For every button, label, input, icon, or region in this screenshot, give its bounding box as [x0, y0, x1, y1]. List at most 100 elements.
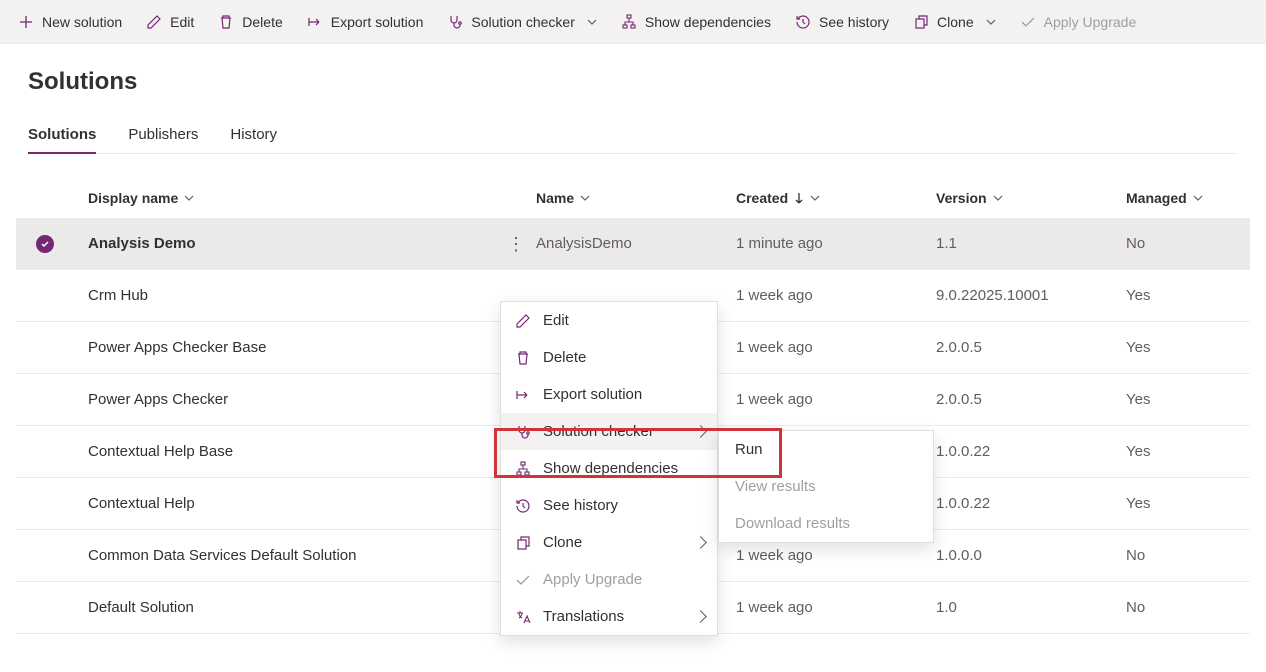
- solution-checker-button[interactable]: Solution checker: [437, 0, 607, 44]
- see-history-label: See history: [819, 14, 889, 30]
- version-cell: 9.0.22025.10001: [936, 287, 1049, 304]
- pencil-icon: [146, 14, 162, 30]
- pencil-icon: [515, 313, 531, 329]
- name-cell: AnalysisDemo: [536, 235, 632, 252]
- plus-icon: [18, 14, 34, 30]
- export-solution-label: Export solution: [331, 14, 424, 30]
- clone-label: Clone: [937, 14, 974, 30]
- chevron-down-icon: [587, 17, 597, 27]
- display-name-cell[interactable]: Analysis Demo: [88, 235, 196, 252]
- submenu-run[interactable]: Run: [719, 431, 933, 468]
- display-name-cell[interactable]: Power Apps Checker: [88, 391, 228, 408]
- see-history-button[interactable]: See history: [785, 0, 899, 44]
- delete-label: Delete: [242, 14, 282, 30]
- managed-cell: Yes: [1126, 391, 1150, 408]
- export-icon: [307, 14, 323, 30]
- tab-solutions[interactable]: Solutions: [28, 116, 96, 153]
- version-cell: 1.0.0.22: [936, 443, 990, 460]
- column-managed[interactable]: Managed: [1126, 190, 1203, 206]
- submenu-download-results: Download results: [719, 505, 933, 542]
- created-cell: 1 week ago: [736, 391, 813, 408]
- managed-cell: Yes: [1126, 443, 1150, 460]
- submenu-view-results: View results: [719, 468, 933, 505]
- selected-check-icon[interactable]: [36, 235, 54, 253]
- show-dependencies-label: Show dependencies: [645, 14, 771, 30]
- check-icon: [1020, 14, 1036, 30]
- history-icon: [795, 14, 811, 30]
- hierarchy-icon: [621, 14, 637, 30]
- export-icon: [515, 387, 531, 403]
- apply-upgrade-button: Apply Upgrade: [1010, 0, 1147, 44]
- clone-button[interactable]: Clone: [903, 0, 1006, 44]
- tab-history[interactable]: History: [230, 116, 277, 153]
- chevron-down-icon: [184, 193, 194, 203]
- menu-clone[interactable]: Clone: [501, 524, 717, 561]
- translate-icon: [515, 609, 531, 625]
- new-solution-button[interactable]: New solution: [8, 0, 132, 44]
- menu-show-dependencies[interactable]: Show dependencies: [501, 450, 717, 487]
- trash-icon: [218, 14, 234, 30]
- managed-cell: No: [1126, 235, 1145, 252]
- display-name-cell[interactable]: Contextual Help Base: [88, 443, 233, 460]
- version-cell: 1.0.0.0: [936, 547, 982, 564]
- stethoscope-icon: [447, 14, 463, 30]
- row-more-actions[interactable]: ⋮: [499, 231, 533, 257]
- version-cell: 2.0.0.5: [936, 339, 982, 356]
- created-cell: 1 minute ago: [736, 235, 823, 252]
- clone-icon: [913, 14, 929, 30]
- command-bar: New solution Edit Delete Export solution…: [0, 0, 1266, 44]
- managed-cell: Yes: [1126, 339, 1150, 356]
- created-cell: 1 week ago: [736, 287, 813, 304]
- chevron-down-icon: [810, 193, 820, 203]
- table-row[interactable]: Analysis Demo ⋮ AnalysisDemo 1 minute ag…: [16, 218, 1250, 270]
- display-name-cell[interactable]: Default Solution: [88, 599, 194, 616]
- managed-cell: No: [1126, 599, 1145, 616]
- created-cell: 1 week ago: [736, 547, 813, 564]
- version-cell: 1.0: [936, 599, 957, 616]
- display-name-cell[interactable]: Common Data Services Default Solution: [88, 547, 356, 564]
- tab-publishers[interactable]: Publishers: [128, 116, 198, 153]
- menu-delete[interactable]: Delete: [501, 339, 717, 376]
- menu-see-history[interactable]: See history: [501, 487, 717, 524]
- menu-edit[interactable]: Edit: [501, 302, 717, 339]
- edit-button[interactable]: Edit: [136, 0, 204, 44]
- hierarchy-icon: [515, 461, 531, 477]
- row-context-menu: Edit Delete Export solution Solution che…: [500, 301, 718, 636]
- menu-export-solution[interactable]: Export solution: [501, 376, 717, 413]
- solution-checker-label: Solution checker: [471, 14, 575, 30]
- display-name-cell[interactable]: Contextual Help: [88, 495, 195, 512]
- page-header: Solutions Solutions Publishers History: [0, 44, 1266, 154]
- chevron-down-icon: [1193, 193, 1203, 203]
- version-cell: 1.0.0.22: [936, 495, 990, 512]
- delete-button[interactable]: Delete: [208, 0, 292, 44]
- page-title: Solutions: [28, 68, 1238, 96]
- check-icon: [515, 572, 531, 588]
- chevron-down-icon: [993, 193, 1003, 203]
- trash-icon: [515, 350, 531, 366]
- solution-checker-submenu: Run View results Download results: [718, 430, 934, 543]
- display-name-cell[interactable]: Power Apps Checker Base: [88, 339, 266, 356]
- chevron-down-icon: [580, 193, 590, 203]
- new-solution-label: New solution: [42, 14, 122, 30]
- display-name-cell[interactable]: Crm Hub: [88, 287, 148, 304]
- menu-apply-upgrade: Apply Upgrade: [501, 561, 717, 598]
- column-display-name[interactable]: Display name: [88, 190, 194, 206]
- export-solution-button[interactable]: Export solution: [297, 0, 434, 44]
- show-dependencies-button[interactable]: Show dependencies: [611, 0, 781, 44]
- created-cell: 1 week ago: [736, 599, 813, 616]
- menu-translations[interactable]: Translations: [501, 598, 717, 635]
- edit-label: Edit: [170, 14, 194, 30]
- managed-cell: Yes: [1126, 495, 1150, 512]
- column-created[interactable]: Created: [736, 190, 820, 206]
- created-cell: 1 week ago: [736, 339, 813, 356]
- column-name[interactable]: Name: [536, 190, 590, 206]
- table-header-row: Display name Name Created Version: [16, 190, 1250, 218]
- clone-icon: [515, 535, 531, 551]
- menu-solution-checker[interactable]: Solution checker: [501, 413, 717, 450]
- version-cell: 1.1: [936, 235, 957, 252]
- managed-cell: Yes: [1126, 287, 1150, 304]
- chevron-down-icon: [986, 17, 996, 27]
- stethoscope-icon: [515, 424, 531, 440]
- column-version[interactable]: Version: [936, 190, 1003, 206]
- history-icon: [515, 498, 531, 514]
